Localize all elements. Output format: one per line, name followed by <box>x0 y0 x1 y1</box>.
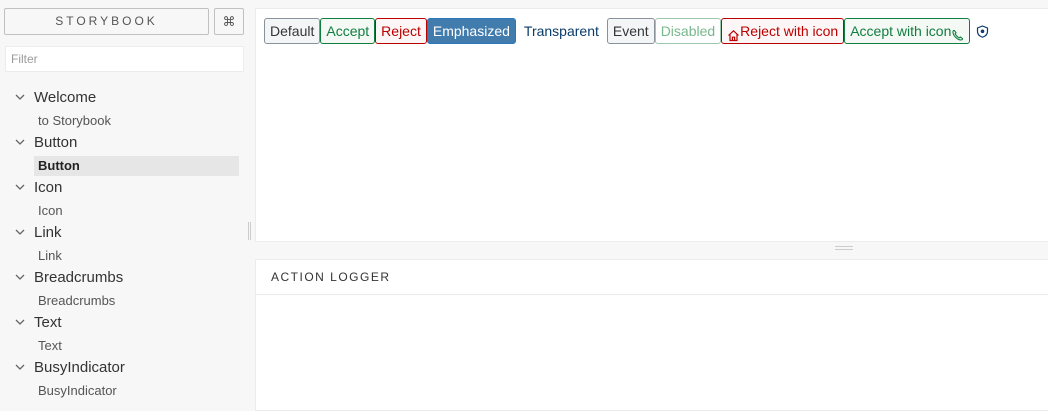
chevron-down-icon <box>14 271 26 283</box>
shield-icon[interactable] <box>970 24 995 38</box>
chevron-down-icon <box>14 361 26 373</box>
reject-with-icon-label: Reject with icon <box>740 23 839 39</box>
reject-with-icon-button[interactable]: Reject with icon <box>721 18 845 44</box>
tree-kind-header[interactable]: Breadcrumbs <box>14 266 123 288</box>
tree-kind-label: Welcome <box>34 88 97 106</box>
accept-with-icon-label: Accept with icon <box>850 23 952 39</box>
transparent-button[interactable]: Transparent <box>516 18 607 44</box>
disabled-button: Disabled <box>654 18 722 44</box>
tree-story-item[interactable]: Link <box>34 246 239 266</box>
tree-story-item[interactable]: to Storybook <box>34 111 239 131</box>
action-logger-panel: ACTION LOGGER <box>255 259 1048 411</box>
tree-kind-header[interactable]: Icon <box>14 176 62 198</box>
tree-kind-link: Link Link <box>0 221 250 266</box>
tree-story-item-selected[interactable]: Button <box>34 156 239 176</box>
tree-kind-label: Icon <box>34 178 63 196</box>
tree-kind-label: BusyIndicator <box>34 358 125 376</box>
shortcuts-button[interactable]: ⌘ <box>214 8 244 35</box>
story-tree: Welcome to Storybook Button Button Icon … <box>0 86 250 401</box>
tree-story-item[interactable]: Text <box>34 336 239 356</box>
panel-resize-handle[interactable] <box>835 246 853 250</box>
filter-input[interactable] <box>5 46 244 72</box>
default-button[interactable]: Default <box>264 18 321 44</box>
sidebar-header: STORYBOOK ⌘ <box>4 8 244 35</box>
phone-icon <box>951 25 964 41</box>
tree-kind-header[interactable]: BusyIndicator <box>14 356 125 378</box>
reject-button[interactable]: Reject <box>375 18 427 44</box>
tree-kind-label: Breadcrumbs <box>34 268 124 286</box>
sidebar: STORYBOOK ⌘ Welcome to Storybook Button … <box>0 0 250 411</box>
preview-panel: Default Accept Reject Emphasized Transpa… <box>255 8 1048 242</box>
tree-kind-header[interactable]: Button <box>14 131 77 153</box>
action-logger-tab[interactable]: ACTION LOGGER <box>256 260 1048 295</box>
accept-with-icon-button[interactable]: Accept with icon <box>844 18 971 44</box>
tree-kind-button: Button Button <box>0 131 250 176</box>
tree-kind-icon: Icon Icon <box>0 176 250 221</box>
tree-kind-busyindicator: BusyIndicator BusyIndicator <box>0 356 250 401</box>
sidebar-resize-handle[interactable] <box>248 222 251 240</box>
tree-kind-label: Link <box>34 223 62 241</box>
tree-kind-text: Text Text <box>0 311 250 356</box>
tree-kind-label: Button <box>34 133 78 151</box>
tree-kind-label: Text <box>34 313 62 331</box>
chevron-down-icon <box>14 316 26 328</box>
tree-kind-header[interactable]: Link <box>14 221 62 243</box>
tree-kind-header[interactable]: Welcome <box>14 86 96 108</box>
tree-kind-header[interactable]: Text <box>14 311 62 333</box>
event-button[interactable]: Event <box>606 18 655 44</box>
tree-story-item[interactable]: Breadcrumbs <box>34 291 239 311</box>
home-icon <box>727 25 740 41</box>
chevron-down-icon <box>14 226 26 238</box>
tree-kind-welcome: Welcome to Storybook <box>0 86 250 131</box>
command-icon: ⌘ <box>222 14 236 29</box>
tree-story-item[interactable]: Icon <box>34 201 239 221</box>
emphasized-button[interactable]: Emphasized <box>426 18 516 44</box>
chevron-down-icon <box>14 91 26 103</box>
accept-button[interactable]: Accept <box>320 18 376 44</box>
button-row: Default Accept Reject Emphasized Transpa… <box>264 18 995 44</box>
storybook-brand-button[interactable]: STORYBOOK <box>4 8 209 35</box>
chevron-down-icon <box>14 136 26 148</box>
tree-story-item[interactable]: BusyIndicator <box>34 381 239 401</box>
chevron-down-icon <box>14 181 26 193</box>
tree-kind-breadcrumbs: Breadcrumbs Breadcrumbs <box>0 266 250 311</box>
